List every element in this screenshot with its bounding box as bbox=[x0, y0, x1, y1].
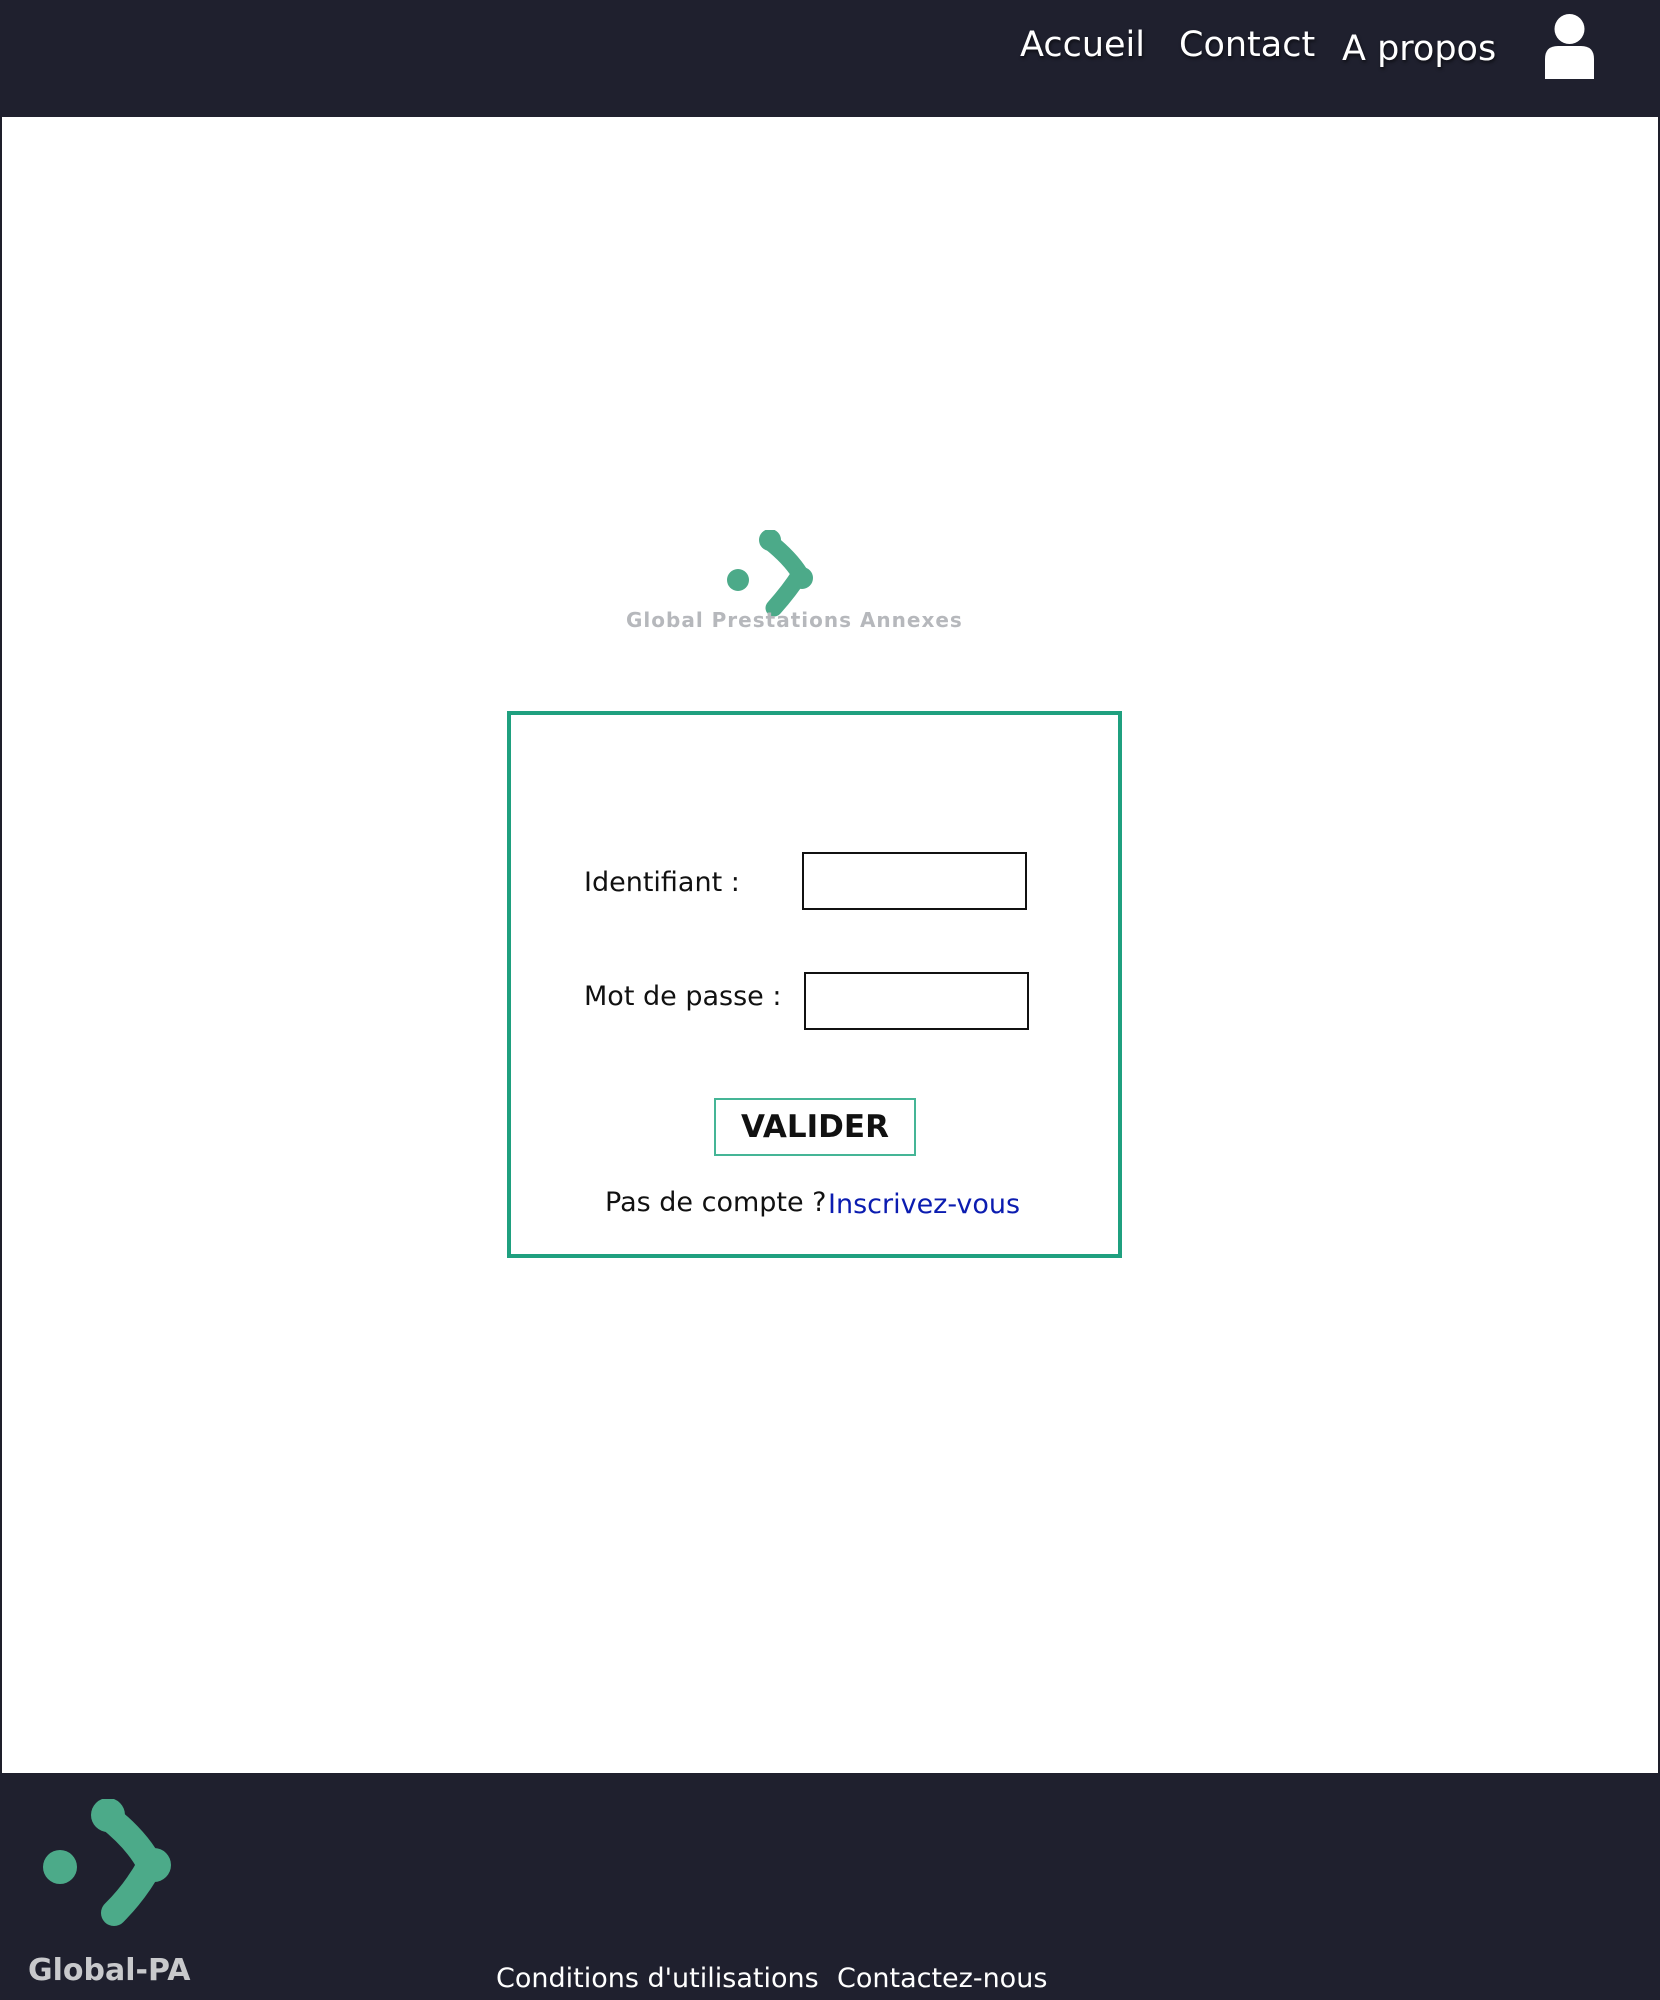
password-label: Mot de passe : bbox=[584, 981, 782, 1012]
global-pa-logo-icon bbox=[727, 530, 813, 617]
logo-tagline: Global Prestations Annexes bbox=[626, 608, 963, 632]
login-form: Identifiant : Mot de passe : VALIDER Pas… bbox=[507, 711, 1122, 1258]
footer-link-contactez-nous[interactable]: Contactez-nous bbox=[837, 1963, 1047, 1994]
validate-button[interactable]: VALIDER bbox=[714, 1098, 916, 1156]
main-logo: Global Prestations Annexes bbox=[620, 530, 962, 640]
signup-prompt: Pas de compte ? bbox=[605, 1187, 827, 1218]
footer: Global-PA Conditions d'utilisations Cont… bbox=[0, 1773, 1660, 2000]
top-navbar: Accueil Contact A propos bbox=[0, 0, 1660, 117]
nav-link-contact[interactable]: Contact bbox=[1179, 20, 1315, 70]
global-pa-logo-icon bbox=[43, 1799, 171, 1926]
nav-link-accueil[interactable]: Accueil bbox=[1020, 20, 1145, 70]
nav-link-a-propos[interactable]: A propos bbox=[1342, 24, 1496, 74]
footer-link-conditions[interactable]: Conditions d'utilisations bbox=[496, 1963, 819, 1994]
user-icon[interactable] bbox=[1543, 13, 1596, 79]
identifiant-input[interactable] bbox=[802, 852, 1027, 910]
identifiant-label: Identifiant : bbox=[584, 867, 740, 898]
password-input[interactable] bbox=[804, 972, 1029, 1030]
signup-link[interactable]: Inscrivez-vous bbox=[828, 1189, 1020, 1220]
footer-brand: Global-PA bbox=[28, 1953, 191, 1988]
